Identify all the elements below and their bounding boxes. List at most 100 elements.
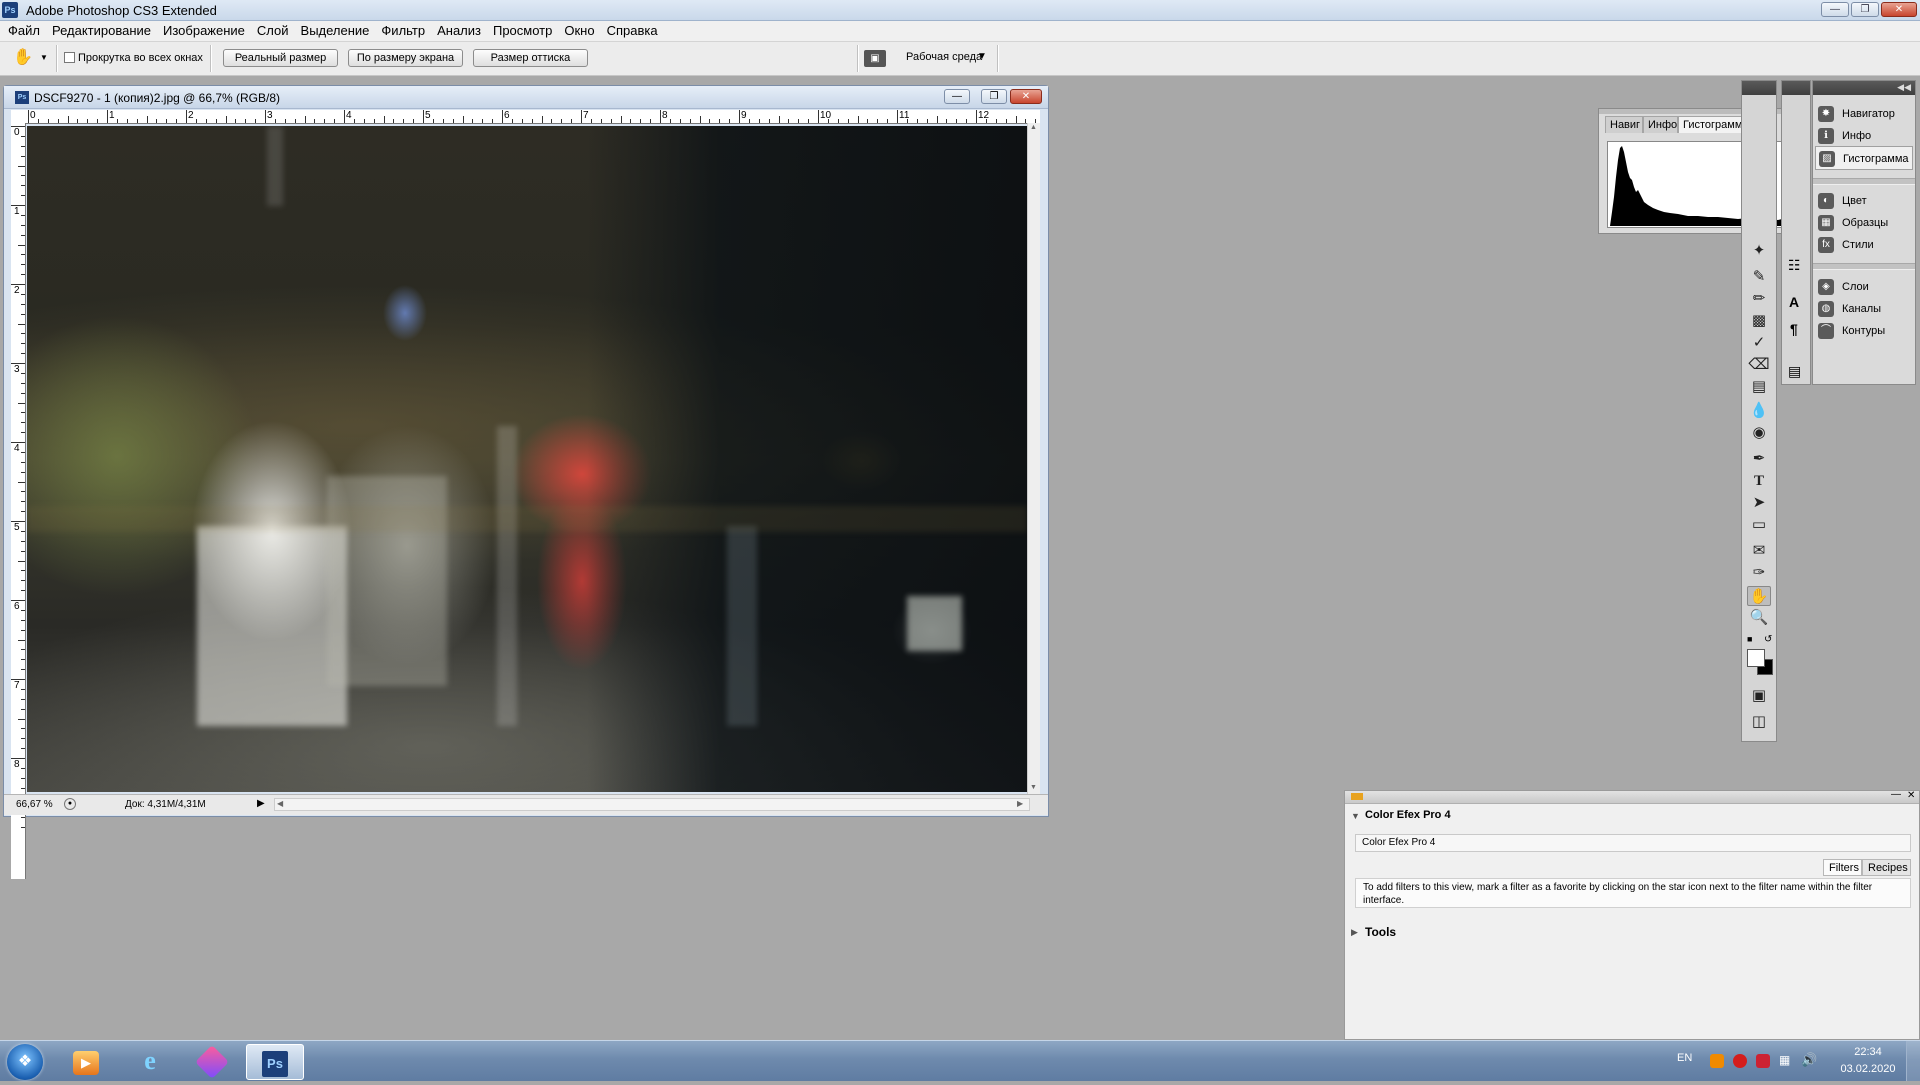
dodge-tool-icon[interactable]: ◉ — [1747, 423, 1771, 443]
menu-item-1[interactable]: Редактирование — [46, 21, 157, 41]
screen-mode-icon[interactable]: ◫ — [1747, 712, 1771, 732]
dock-item-paths[interactable]: ⌒ Контуры — [1815, 319, 1913, 343]
character-icon[interactable]: A — [1789, 294, 1799, 310]
pen-tool-icon[interactable]: ✒ — [1747, 449, 1771, 469]
clock-time[interactable]: 22:34 — [1838, 1046, 1898, 1058]
close-button[interactable]: ✕ — [1881, 2, 1917, 17]
tools-panel-header[interactable] — [1742, 81, 1776, 95]
efex-product-field[interactable]: Color Efex Pro 4 — [1355, 834, 1911, 852]
menu-item-9[interactable]: Справка — [601, 21, 664, 41]
layer-comps-icon[interactable]: ▤ — [1788, 363, 1801, 380]
print-size-button[interactable]: Размер оттиска — [473, 49, 588, 67]
menu-item-4[interactable]: Выделение — [295, 21, 376, 41]
dock-group-separator[interactable] — [1813, 178, 1915, 185]
menu-item-6[interactable]: Анализ — [431, 21, 487, 41]
eraser-tool-icon[interactable]: ⌫ — [1747, 355, 1771, 375]
dock-item-histogram[interactable]: ▨ Гистограмма — [1815, 146, 1913, 170]
volume-icon[interactable]: 🔊 — [1801, 1052, 1817, 1068]
document-maximize-button[interactable]: ❐ — [981, 89, 1007, 104]
horizontal-ruler[interactable]: 0 1 2 3 4 5 6 7 8 9 10 11 12 — [26, 110, 1040, 124]
history-brush-tool-icon[interactable]: ✓ — [1747, 333, 1771, 353]
minimize-button[interactable]: — — [1821, 2, 1849, 17]
actual-pixels-button[interactable]: Реальный размер — [223, 49, 338, 67]
foreground-color-swatch-front[interactable] — [1747, 649, 1765, 667]
tray-app-icon[interactable] — [1710, 1054, 1724, 1068]
tools-expand-icon[interactable]: ▶ — [1351, 927, 1358, 938]
dock-item-navigator[interactable]: ✸ Навигатор — [1815, 102, 1913, 126]
scroll-up-arrow-icon[interactable]: ▲ — [1030, 124, 1037, 131]
vertical-ruler[interactable]: 0 1 2 3 4 5 6 7 8 — [11, 123, 26, 879]
tool-preset-chevron-down-icon[interactable]: ▼ — [40, 53, 48, 62]
efex-expand-icon[interactable]: ▼ — [1351, 811, 1360, 821]
dock-item-info[interactable]: ℹ Инфо — [1815, 124, 1913, 148]
brush-tool-icon[interactable]: ✏ — [1747, 289, 1771, 309]
network-icon[interactable]: ▦ — [1779, 1053, 1790, 1067]
media-player-icon[interactable]: ▶ — [60, 1044, 112, 1080]
eyedropper-tool-icon[interactable]: ✑ — [1747, 563, 1771, 583]
efex-minimize-icon[interactable]: — — [1891, 789, 1901, 800]
show-desktop-button[interactable] — [1906, 1041, 1920, 1081]
opera-tray-icon[interactable] — [1733, 1054, 1747, 1068]
vertical-scrollbar[interactable]: ▲ ▼ — [1027, 123, 1040, 795]
menu-item-0[interactable]: Файл — [2, 21, 46, 41]
hand-tool-icon[interactable]: ✋ — [12, 48, 34, 68]
zoom-tool-icon[interactable]: 🔍 — [1747, 608, 1771, 628]
icon-column-header[interactable] — [1782, 81, 1810, 95]
scroll-down-arrow-icon[interactable]: ▼ — [1030, 784, 1037, 791]
tray-security-icon[interactable] — [1756, 1054, 1770, 1068]
dock-item-channels[interactable]: ◍ Каналы — [1815, 297, 1913, 321]
status-info-icon[interactable]: ● — [64, 798, 76, 810]
path-selection-tool-icon[interactable]: ➤ — [1747, 493, 1771, 513]
image-canvas[interactable] — [27, 126, 1027, 792]
tab-filters[interactable]: Filters — [1823, 859, 1862, 876]
bridge-icon[interactable]: ▣ — [864, 50, 886, 67]
dock-item-color[interactable]: ◐ Цвет — [1815, 189, 1913, 213]
efex-close-icon[interactable]: ✕ — [1907, 790, 1915, 801]
tab-info[interactable]: Инфо — [1643, 116, 1678, 133]
notes-tool-icon[interactable]: ✉ — [1747, 541, 1771, 561]
start-button[interactable]: ❖ — [7, 1044, 43, 1080]
ruler-origin[interactable] — [11, 110, 27, 124]
document-minimize-button[interactable]: — — [944, 89, 970, 104]
tab-recipes[interactable]: Recipes — [1862, 859, 1911, 876]
menu-item-7[interactable]: Просмотр — [487, 21, 558, 41]
workspace-chevron-down-icon[interactable]: ▼ — [977, 51, 987, 62]
scroll-left-arrow-icon[interactable]: ◀ — [277, 799, 283, 808]
clone-stamp-tool-icon[interactable]: ▩ — [1747, 311, 1771, 331]
type-tool-icon[interactable]: T — [1747, 471, 1771, 491]
pinned-app-icon[interactable] — [186, 1044, 238, 1080]
scroll-right-arrow-icon[interactable]: ▶ — [1017, 799, 1023, 808]
tool-presets-icon[interactable]: ☷ — [1788, 257, 1801, 274]
dock-item-styles[interactable]: fx Стили — [1815, 233, 1913, 257]
fit-screen-button[interactable]: По размеру экрана — [348, 49, 463, 67]
default-colors-icon[interactable]: ■ — [1747, 634, 1752, 644]
panel-dock-header[interactable]: ◀◀ — [1813, 81, 1915, 95]
clock-date[interactable]: 03.02.2020 — [1833, 1063, 1903, 1075]
internet-explorer-icon[interactable]: e — [124, 1044, 176, 1080]
document-title-bar[interactable]: Ps DSCF9270 - 1 (копия)2.jpg @ 66,7% (RG… — [4, 86, 1048, 109]
dock-group-separator[interactable] — [1813, 263, 1915, 270]
menu-item-8[interactable]: Окно — [558, 21, 600, 41]
blur-tool-icon[interactable]: 💧 — [1747, 401, 1771, 421]
collapse-dock-icon[interactable]: ◀◀ — [1897, 82, 1911, 93]
tab-navigator[interactable]: Навиг — [1605, 116, 1643, 133]
photoshop-taskbar-button[interactable]: Ps — [246, 1044, 304, 1080]
magic-wand-tool-icon[interactable]: ✦ — [1747, 241, 1771, 261]
dock-item-layers[interactable]: ◈ Слои — [1815, 275, 1913, 299]
zoom-level-field[interactable]: 66,67 % — [16, 799, 53, 810]
horizontal-scrollbar[interactable]: ◀ ▶ — [274, 798, 1030, 811]
menu-item-5[interactable]: Фильтр — [375, 21, 431, 41]
efex-tools-section[interactable]: Tools — [1365, 925, 1396, 939]
status-menu-arrow-icon[interactable]: ▶ — [257, 798, 265, 809]
efex-panel-title-bar[interactable]: — ✕ — [1345, 789, 1919, 804]
dock-item-swatches[interactable]: ▦ Образцы — [1815, 211, 1913, 235]
hand-tool-selected-icon[interactable]: ✋ — [1747, 586, 1771, 606]
document-close-button[interactable]: ✕ — [1010, 89, 1042, 104]
quick-mask-icon[interactable]: ▣ — [1747, 686, 1771, 706]
gradient-tool-icon[interactable]: ▤ — [1747, 377, 1771, 397]
swap-colors-icon[interactable]: ↺ — [1764, 634, 1772, 645]
healing-brush-tool-icon[interactable]: ✎ — [1747, 267, 1771, 287]
language-indicator[interactable]: EN — [1677, 1052, 1692, 1064]
workspace-dropdown[interactable]: Рабочая среда — [906, 51, 982, 63]
maximize-button[interactable]: ❐ — [1851, 2, 1879, 17]
